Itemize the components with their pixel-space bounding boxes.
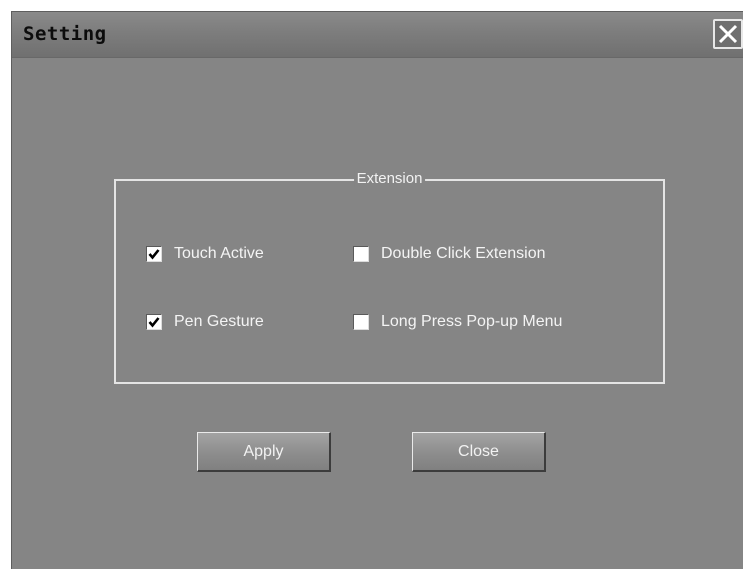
close-icon [718, 24, 738, 44]
apply-button[interactable]: Apply [197, 432, 331, 472]
long-press-popup-menu-label: Long Press Pop-up Menu [381, 313, 563, 330]
long-press-popup-menu-checkbox[interactable] [353, 314, 369, 330]
touch-active-label: Touch Active [174, 245, 264, 262]
extension-legend: Extension [353, 170, 426, 187]
touch-active-checkbox[interactable] [146, 246, 162, 262]
close-window-button[interactable] [713, 19, 743, 49]
pen-gesture-option[interactable]: Pen Gesture [146, 313, 264, 331]
title-bar[interactable]: Setting [12, 12, 743, 58]
check-icon [148, 317, 160, 328]
pen-gesture-label: Pen Gesture [174, 313, 264, 330]
double-click-extension-label: Double Click Extension [381, 245, 546, 262]
long-press-popup-menu-option[interactable]: Long Press Pop-up Menu [353, 313, 562, 331]
window-title: Setting [23, 23, 107, 45]
touch-active-option[interactable]: Touch Active [146, 245, 264, 263]
setting-dialog: Setting Extension Touch Active Double Cl… [11, 11, 743, 569]
pen-gesture-checkbox[interactable] [146, 314, 162, 330]
check-icon [148, 249, 160, 260]
extension-groupbox: Extension [114, 170, 665, 384]
double-click-extension-option[interactable]: Double Click Extension [353, 245, 546, 263]
close-button[interactable]: Close [412, 432, 546, 472]
double-click-extension-checkbox[interactable] [353, 246, 369, 262]
